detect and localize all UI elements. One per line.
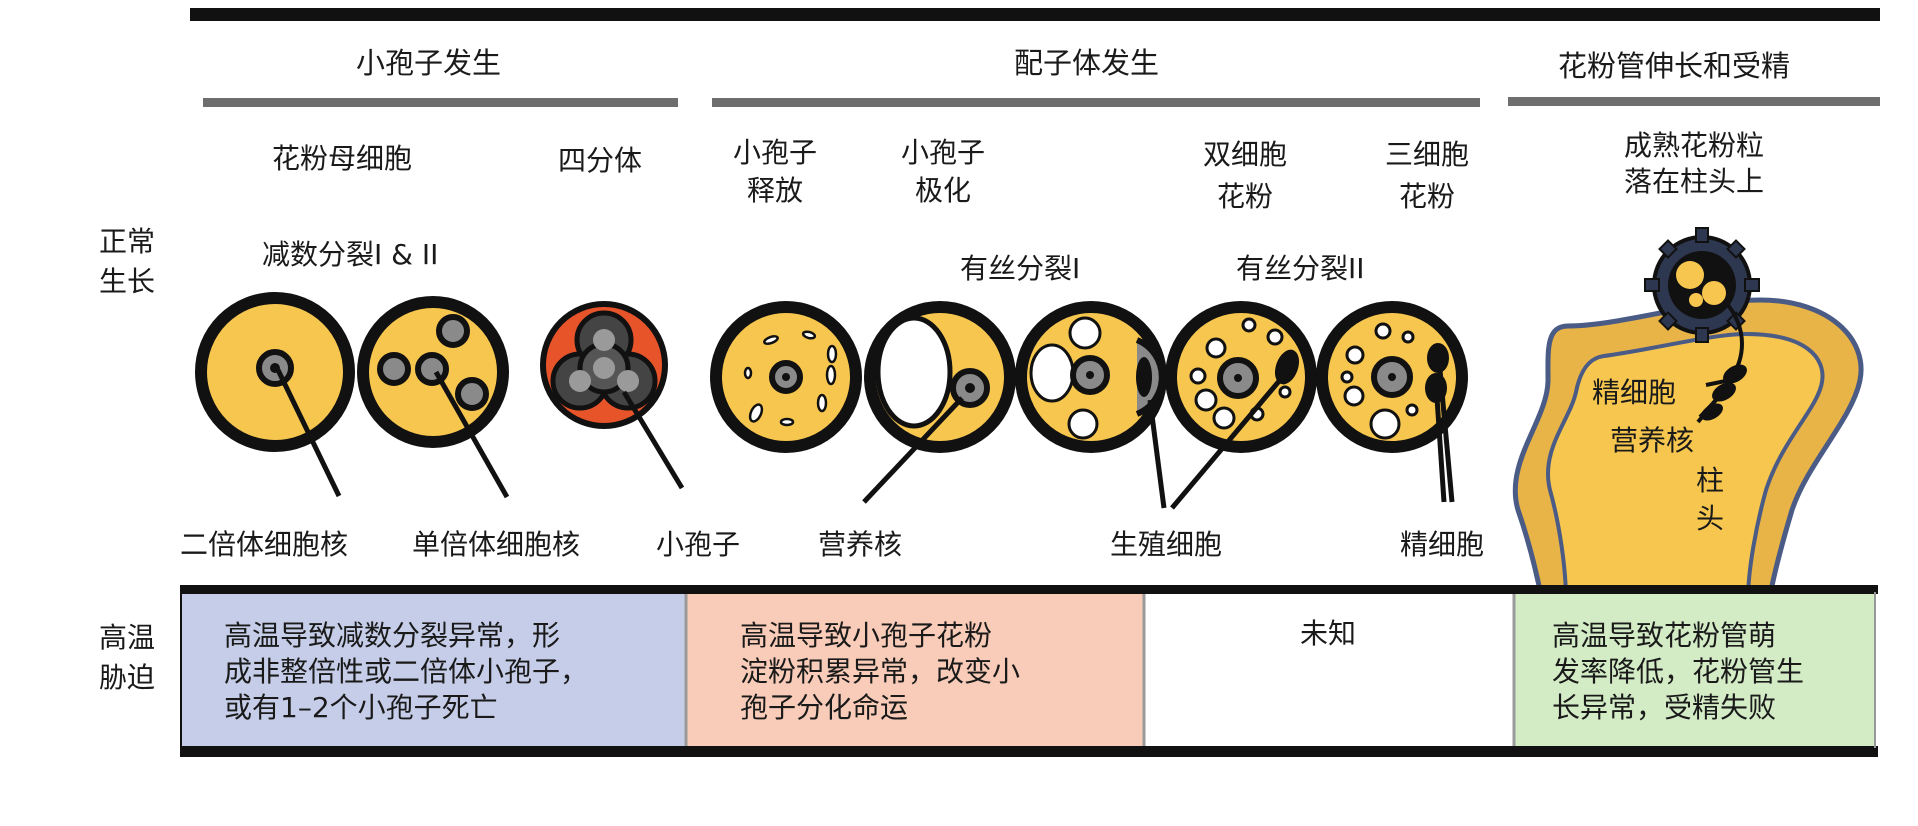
heat-box-top-border <box>180 585 1878 594</box>
pollen-mother-cell <box>195 292 355 498</box>
polarized-microspore <box>862 301 1016 504</box>
label-microspore-release-line1: 小孢子 <box>732 136 817 169</box>
label-mitosis-two: 有丝分裂II <box>1236 252 1365 285</box>
row-label-normal: 正常 生长 <box>92 222 162 302</box>
label-tricellular-pollen-line2: 花粉 <box>1398 180 1455 213</box>
label-tricellular-pollen: 三细胞 花粉 <box>1372 134 1482 218</box>
label-bicellular-pollen-line2: 花粉 <box>1216 180 1273 213</box>
row-label-normal-line2: 生长 <box>98 265 155 298</box>
heat-effect-tube: 高温导致花粉管萌 发率降低，花粉管生 长异常，受精失败 <box>1552 619 1805 724</box>
released-microspore <box>710 301 862 453</box>
label-microspore-release: 小孢子 释放 <box>720 134 830 210</box>
label-tetrad: 四分体 <box>558 144 643 177</box>
bicellular-pollen <box>1165 301 1317 510</box>
stage-fertilization: 花粉管伸长和受精 <box>1558 49 1791 83</box>
stage-line-microsporogenesis <box>203 98 678 107</box>
pollen-development-diagram: 小孢子发生 配子体发生 花粉管伸长和受精 正常 生长 高温 胁迫 花粉母细胞 四… <box>0 0 1918 826</box>
heat-box-bottom-border <box>180 746 1878 757</box>
heat-effect-starch: 高温导致小孢子花粉 淀粉积累异常，改变小 孢子分化命运 <box>740 619 1021 724</box>
label-bicellular-pollen: 双细胞 花粉 <box>1190 134 1300 218</box>
label-vegetative-nucleus-stigma: 营养核 <box>1610 424 1695 457</box>
label-mature-pollen: 成熟花粉粒 落在柱头上 <box>1604 128 1784 200</box>
stage-gametogenesis: 配子体发生 <box>1014 46 1160 80</box>
label-stigma-line1: 柱 <box>1695 464 1724 497</box>
label-stigma: 柱 头 <box>1690 462 1730 538</box>
top-bar <box>190 8 1880 21</box>
row-label-normal-line1: 正常 <box>98 225 155 258</box>
label-haploid-nucleus: 单倍体细胞核 <box>412 528 581 561</box>
label-microspore-polarization-line2: 极化 <box>914 174 971 207</box>
label-pollen-mother-cell: 花粉母细胞 <box>272 142 413 175</box>
label-bicellular-pollen-line1: 双细胞 <box>1202 138 1287 171</box>
label-mature-pollen-line1: 成熟花粉粒 <box>1623 129 1764 162</box>
mitosis-one-cell <box>1015 301 1167 509</box>
stage-line-gametogenesis <box>712 98 1480 107</box>
label-mature-pollen-line2: 落在柱头上 <box>1623 165 1764 198</box>
label-diploid-nucleus: 二倍体细胞核 <box>180 528 349 561</box>
label-mitosis-one: 有丝分裂I <box>960 252 1081 285</box>
heat-effect-meiosis: 高温导致减数分裂异常，形 成非整倍性或二倍体小孢子， 或有1–2个小孢子死亡 <box>224 619 589 724</box>
tricellular-pollen <box>1316 301 1468 503</box>
label-vegetative-nucleus: 营养核 <box>818 528 903 561</box>
label-microspore-polarization-line1: 小孢子 <box>900 136 985 169</box>
stage-line-fertilization <box>1508 97 1880 106</box>
label-microspore: 小孢子 <box>656 528 741 561</box>
label-meiosis: 减数分裂I & II <box>262 238 439 271</box>
tetrad-cell <box>540 301 685 490</box>
label-microspore-polarization: 小孢子 极化 <box>888 134 998 210</box>
stigma-with-pollen <box>1512 227 1864 603</box>
heat-effect-unknown: 未知 <box>1300 617 1357 650</box>
label-tricellular-pollen-line1: 三细胞 <box>1384 138 1469 171</box>
label-sperm-cell: 精细胞 <box>1400 528 1485 561</box>
row-label-heat-line2: 胁迫 <box>98 661 155 694</box>
row-label-heat: 高温 胁迫 <box>92 618 162 698</box>
label-microspore-release-line2: 释放 <box>746 174 803 207</box>
row-label-heat-line1: 高温 <box>98 621 155 654</box>
label-stigma-line2: 头 <box>1695 502 1724 535</box>
label-generative-cell: 生殖细胞 <box>1110 528 1223 561</box>
meiotic-cell <box>357 296 510 499</box>
stage-microsporogenesis: 小孢子发生 <box>356 46 502 80</box>
label-sperm-cell-stigma: 精细胞 <box>1592 376 1677 409</box>
